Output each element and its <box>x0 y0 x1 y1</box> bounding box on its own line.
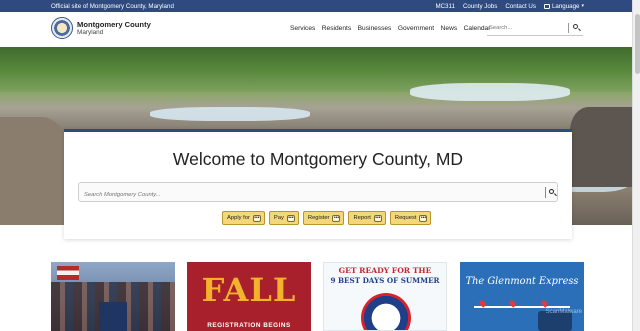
agricultural-fair-logo <box>361 293 411 330</box>
more-icon: ••• <box>373 214 382 222</box>
main-nav: Services Residents Businesses Government… <box>290 25 490 32</box>
page-title: Welcome to Montgomery County, MD <box>172 149 464 169</box>
action-label: Apply for <box>227 215 250 221</box>
flag-image <box>57 266 79 280</box>
county-seal-logo[interactable] <box>51 17 73 39</box>
official-site-text: Official site of Montgomery County, Mary… <box>51 2 174 10</box>
summer-line-1: GET READY FOR THE <box>338 266 432 275</box>
language-selector[interactable]: Language ▾ <box>543 2 584 10</box>
nav-item-services[interactable]: Services <box>290 25 315 32</box>
pay-button[interactable]: Pay ••• <box>268 211 299 225</box>
search-divider <box>545 187 546 198</box>
nav-item-residents[interactable]: Residents <box>322 25 351 32</box>
more-icon: ••• <box>252 214 261 222</box>
nav-item-businesses[interactable]: Businesses <box>358 25 392 32</box>
action-label: Request <box>394 215 417 221</box>
search-icon[interactable] <box>573 24 578 29</box>
action-label: Register <box>307 215 330 221</box>
hero-rock <box>0 117 70 225</box>
search-divider <box>568 23 569 33</box>
fall-subheading: REGISTRATION BEGINS <box>207 322 291 329</box>
news-tile-glenmont[interactable]: The Glenmont Express ScanMalware <box>460 262 584 331</box>
brand-state: Maryland <box>77 29 104 37</box>
scrollbar-thumb[interactable] <box>634 14 640 74</box>
hero-water <box>150 107 310 121</box>
request-button[interactable]: Request ••• <box>389 211 432 225</box>
county-search-input[interactable] <box>79 186 519 204</box>
glenmont-title: The Glenmont Express <box>465 276 579 287</box>
county-search <box>78 182 558 204</box>
quick-actions: Apply for ••• Pay ••• Register ••• Repor… <box>222 211 432 225</box>
report-button[interactable]: Report ••• <box>348 211 386 225</box>
more-icon: ••• <box>332 214 341 222</box>
fall-heading: FALL <box>201 271 297 309</box>
header-search <box>487 21 583 36</box>
translate-icon <box>543 3 550 9</box>
action-label: Pay <box>273 215 284 221</box>
nav-item-government[interactable]: Government <box>398 25 434 32</box>
watermark: ScanMalware <box>545 309 582 315</box>
summer-line-2: 9 BEST DAYS OF SUMMER <box>330 276 440 285</box>
language-label: Language <box>551 2 580 10</box>
welcome-card: Welcome to Montgomery County, MD Apply f… <box>64 129 572 239</box>
brand-name: Montgomery County <box>77 20 151 29</box>
podium <box>99 302 127 331</box>
header-search-input[interactable] <box>487 21 565 35</box>
search-icon[interactable] <box>549 189 554 194</box>
page-scrollbar[interactable] <box>632 0 640 331</box>
hero-rock <box>570 107 632 187</box>
chevron-down-icon: ▾ <box>581 3 584 9</box>
news-tile-photo[interactable] <box>51 262 175 331</box>
more-icon: ••• <box>419 214 428 222</box>
county-jobs-link[interactable]: County Jobs <box>463 3 497 10</box>
apply-for-button[interactable]: Apply for ••• <box>222 211 265 225</box>
nav-item-news[interactable]: News <box>441 25 458 32</box>
route-line <box>474 306 570 308</box>
brand[interactable]: Montgomery County Maryland <box>77 20 151 37</box>
site-header: Montgomery County Maryland Services Resi… <box>0 12 632 47</box>
mc311-link[interactable]: MC311 <box>435 3 455 10</box>
register-button[interactable]: Register ••• <box>302 211 345 225</box>
news-tile-fall[interactable]: FALL REGISTRATION BEGINS <box>187 262 311 331</box>
more-icon: ••• <box>286 214 295 222</box>
hero-water <box>410 83 570 101</box>
contact-us-link[interactable]: Contact Us <box>505 3 536 10</box>
action-label: Report <box>353 215 371 221</box>
news-tile-summer[interactable]: GET READY FOR THE 9 BEST DAYS OF SUMMER <box>323 262 447 331</box>
utility-links: MC311 County Jobs Contact Us Language ▾ <box>435 3 584 10</box>
utility-bar: Official site of Montgomery County, Mary… <box>0 0 632 12</box>
